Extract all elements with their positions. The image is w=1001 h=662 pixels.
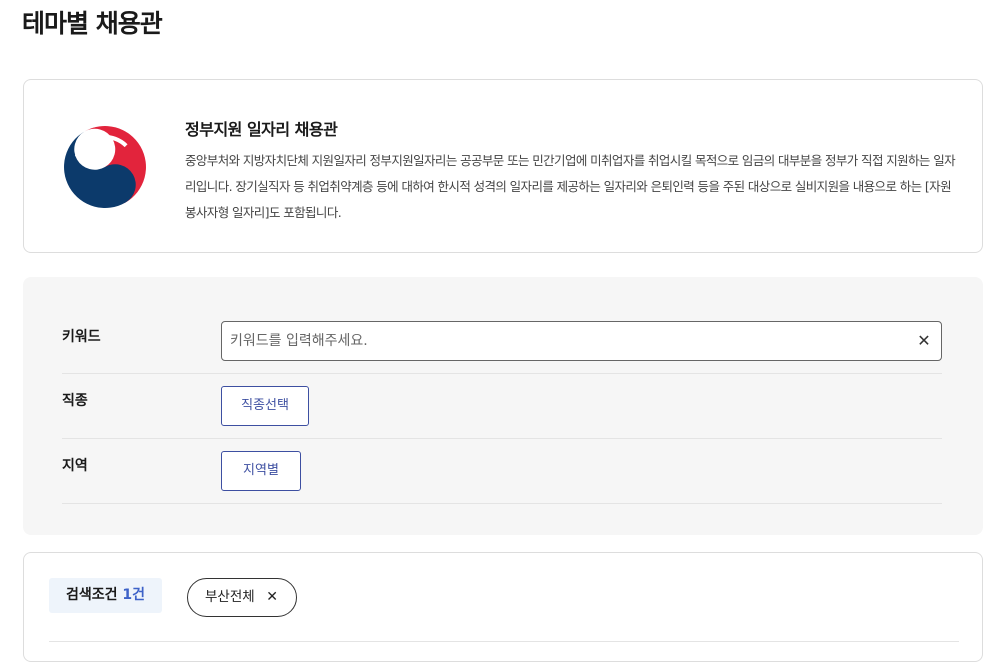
job-label: 직종: [62, 393, 88, 409]
region-row: 지역: [62, 439, 942, 504]
search-conditions-count: 1건: [122, 587, 146, 603]
region-select-button[interactable]: 지역별: [221, 451, 301, 491]
intro-title: 정부지원 일자리 채용관: [185, 120, 338, 139]
intro-card: 정부지원 일자리 채용관 중앙부처와 지방자치단체 지원일자리 정부지원일자리는…: [23, 79, 983, 253]
clear-keyword-icon[interactable]: ✕: [915, 331, 933, 351]
intro-description: 중앙부처와 지방자치단체 지원일자리 정부지원일자리는 공공부문 또는 민간기업…: [185, 153, 956, 220]
korea-government-emblem-icon: [64, 126, 146, 208]
divider: [49, 641, 959, 642]
filter-panel: 키워드 ✕ 직종 직종선택 지역 지역별: [23, 277, 983, 535]
keyword-input[interactable]: [230, 322, 910, 360]
condition-chip-label: 부산전체: [205, 589, 255, 605]
search-conditions-badge: 검색조건 1건: [49, 578, 162, 613]
search-conditions-card: 검색조건 1건 부산전체 ✕: [23, 552, 983, 662]
search-conditions-label: 검색조건: [65, 587, 118, 603]
region-label: 지역: [62, 458, 88, 474]
keyword-label: 키워드: [62, 329, 101, 345]
job-select-button[interactable]: 직종선택: [221, 386, 309, 426]
condition-chip[interactable]: 부산전체 ✕: [187, 578, 297, 617]
page-title: 테마별 채용관: [22, 9, 163, 38]
remove-chip-icon[interactable]: ✕: [266, 579, 278, 616]
job-row: 직종: [62, 374, 942, 439]
keyword-field: ✕: [221, 321, 942, 361]
